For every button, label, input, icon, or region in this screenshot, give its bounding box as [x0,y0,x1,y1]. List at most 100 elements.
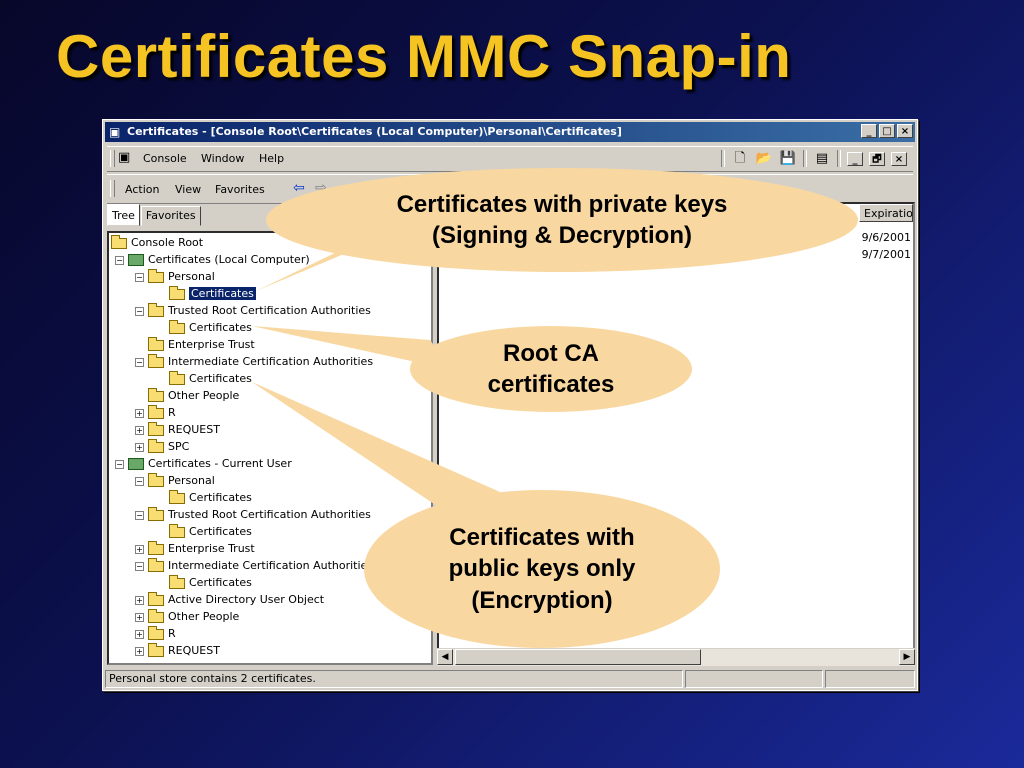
tree-node[interactable]: − Trusted Root Certification Authorities [135,506,371,523]
tree-node[interactable]: − Personal [135,268,215,285]
folder-icon [169,319,185,334]
menu-console[interactable]: Console [143,152,187,165]
column-header-expiration[interactable]: Expiratio [859,204,913,222]
tree-node[interactable]: Other People [148,387,239,404]
folder-icon [169,574,185,589]
callout-text: certificates [487,371,615,398]
folder-icon [148,642,164,657]
menu-action[interactable]: Action [125,183,159,196]
menu-view[interactable]: View [175,183,201,196]
folder-icon [169,489,185,504]
expand-icon[interactable]: + [135,595,144,605]
tree-node[interactable]: Certificates [169,523,252,540]
tree-node[interactable]: Console Root [111,234,203,251]
scroll-left-icon[interactable]: ◀ [437,649,453,665]
collapse-icon[interactable]: − [135,306,144,316]
tree-node[interactable]: + Active Directory User Object [135,591,324,608]
folder-icon [148,353,164,368]
open-folder-icon[interactable]: 📂 [755,150,773,167]
toolbar-grip[interactable] [110,150,115,167]
expand-icon[interactable]: + [135,442,144,452]
maximize-button[interactable]: □ [879,124,895,138]
menu-help[interactable]: Help [259,152,284,165]
open-folder-icon [169,285,185,300]
folder-icon [148,336,164,351]
folder-icon [148,506,164,521]
toolbar-grip[interactable] [110,180,115,197]
collapse-icon[interactable]: − [115,255,124,265]
expand-icon[interactable]: + [135,646,144,656]
toolbar-separator [803,150,807,167]
expiration-cell[interactable]: 9/6/2001 [862,231,911,244]
tree-node[interactable]: + Enterprise Trust [135,540,255,557]
expand-icon[interactable]: + [135,629,144,639]
new-document-icon[interactable]: 🗋 [731,150,749,167]
folder-icon [148,591,164,606]
certificate-store-icon [128,254,144,266]
expiration-cell[interactable]: 9/7/2001 [862,248,911,261]
tree-node[interactable]: + REQUEST [135,421,220,438]
tree-node[interactable]: − Intermediate Certification Authorities [135,353,373,370]
tree-node[interactable]: − Certificates (Local Computer) [115,252,310,268]
expand-icon[interactable]: + [135,612,144,622]
tree-node[interactable]: Enterprise Trust [148,336,255,353]
callout-text: Root CA [503,339,599,367]
callout-text: (Encryption) [471,586,613,614]
tree-node[interactable]: + Other People [135,608,239,625]
child-minimize-button[interactable]: _ [847,151,863,166]
tree-node[interactable]: + REQUEST [135,642,220,659]
expand-icon[interactable]: + [135,408,144,418]
tree-node[interactable]: Certificates [169,285,256,302]
horizontal-scrollbar[interactable]: ◀ ▶ [437,648,915,666]
tree-node[interactable]: Certificates [169,574,252,591]
scroll-right-icon[interactable]: ▶ [899,649,915,665]
folder-icon [169,370,185,385]
collapse-icon[interactable]: − [115,459,124,469]
public-keys-callout: Certificates with public keys only (Encr… [364,490,720,648]
folder-icon [148,387,164,402]
tree-node[interactable]: Certificates [169,319,252,336]
new-window-icon[interactable]: ▤ [813,150,831,167]
tree-node[interactable]: Certificates [169,370,252,387]
collapse-icon[interactable]: − [135,561,144,571]
scroll-thumb[interactable] [455,649,701,665]
menu-favorites[interactable]: Favorites [215,183,265,196]
collapse-icon[interactable]: − [135,510,144,520]
collapse-icon[interactable]: − [135,476,144,486]
tree-node[interactable]: − Trusted Root Certification Authorities [135,302,371,319]
save-icon[interactable]: 💾 [779,150,797,167]
collapse-icon[interactable]: − [135,357,144,367]
title-bar[interactable]: ▣ Certificates - [Console Root\Certifica… [105,122,915,142]
close-button[interactable]: × [897,124,913,138]
callout-text: public keys only [448,555,636,583]
tab-tree[interactable]: Tree [107,204,140,226]
status-bar: Personal store contains 2 certificates. [105,670,915,688]
menu-window[interactable]: Window [201,152,244,165]
root-ca-callout: Root CA certificates [410,326,692,412]
expand-icon[interactable]: + [135,544,144,554]
collapse-icon[interactable]: − [135,272,144,282]
tree-node[interactable]: − Personal [135,472,215,489]
folder-icon [169,523,185,538]
console-icon: ▣ [118,150,131,165]
status-text: Personal store contains 2 certificates. [105,670,683,688]
minimize-button[interactable]: _ [861,124,877,138]
window-title: Certificates - [Console Root\Certificate… [127,125,622,138]
mmc-app-icon: ▣ [109,125,121,139]
slide-title: Certificates MMC Snap-in [56,23,792,90]
folder-icon [148,625,164,640]
toolbar-separator [837,150,841,167]
tree-node[interactable]: − Intermediate Certification Authorities [135,557,373,574]
tree-node[interactable]: − Certificates - Current User [115,456,292,472]
child-close-button[interactable]: × [891,151,907,166]
private-keys-callout: Certificates with private keys (Signing … [266,168,858,272]
callout-text: Certificates with [449,524,635,552]
pane-tabs: Tree Favorites [107,204,202,226]
tab-favorites[interactable]: Favorites [140,206,201,226]
tree-node[interactable]: Certificates [169,489,252,506]
tree-node[interactable]: + R [135,404,176,421]
tree-node[interactable]: + SPC [135,438,189,455]
tree-node[interactable]: + R [135,625,176,642]
child-restore-button[interactable]: 🗗 [869,151,885,166]
expand-icon[interactable]: + [135,425,144,435]
